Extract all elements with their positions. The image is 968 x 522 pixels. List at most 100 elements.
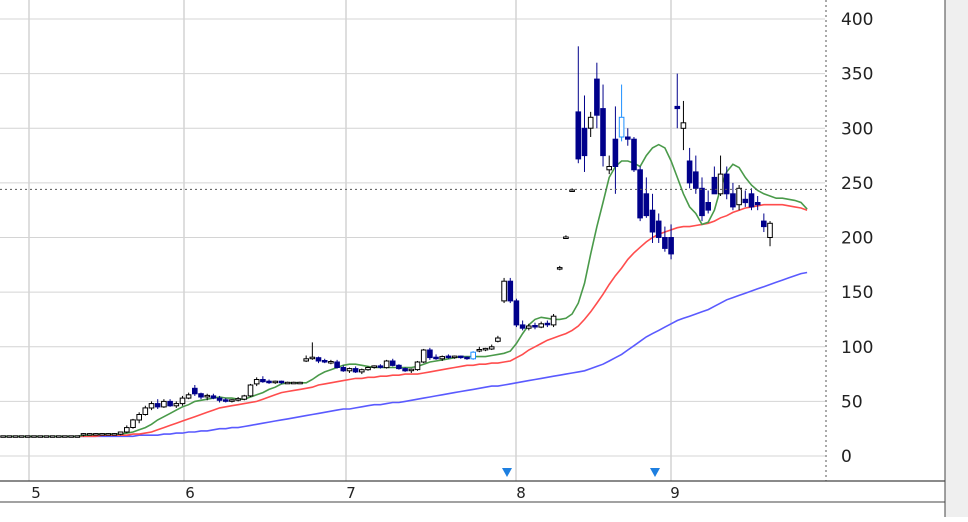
candle-body bbox=[458, 355, 464, 359]
candle-body bbox=[693, 171, 699, 189]
candle-body bbox=[192, 387, 198, 395]
candle bbox=[43, 435, 50, 438]
candle-body bbox=[99, 433, 105, 436]
stock-chart[interactable]: 244 05010015020025030035040056789 bbox=[0, 0, 968, 517]
candle-body bbox=[359, 369, 365, 373]
candle-body bbox=[229, 399, 235, 402]
candle-body bbox=[297, 381, 303, 385]
candle-body bbox=[37, 435, 44, 438]
candle bbox=[396, 364, 402, 370]
candle-body bbox=[439, 356, 445, 360]
candle bbox=[637, 166, 643, 222]
candle-body bbox=[154, 403, 161, 408]
candle-body bbox=[62, 435, 68, 438]
candle bbox=[56, 435, 62, 438]
candle-body bbox=[748, 193, 755, 208]
candle-body bbox=[662, 237, 668, 249]
candle bbox=[0, 435, 6, 438]
candle-body bbox=[6, 435, 13, 438]
candle-body bbox=[618, 116, 625, 138]
candle-body bbox=[408, 368, 415, 372]
candle-body bbox=[303, 358, 309, 362]
candle-body bbox=[352, 368, 359, 373]
x-tick-label: 5 bbox=[31, 484, 41, 502]
candle bbox=[631, 136, 637, 172]
candle-body bbox=[414, 361, 421, 371]
candle-body bbox=[482, 347, 489, 351]
candle-body bbox=[637, 169, 643, 219]
candle-body bbox=[377, 365, 384, 368]
candle-body bbox=[272, 380, 278, 384]
y-tick-label: 250 bbox=[841, 174, 873, 194]
candle-body bbox=[433, 356, 439, 360]
candlestick-chart-canvas[interactable]: 244 05010015020025030035040056789 bbox=[0, 0, 968, 517]
candle-body bbox=[686, 160, 693, 184]
candle-body bbox=[25, 435, 31, 438]
y-tick-label: 350 bbox=[841, 65, 873, 85]
candle bbox=[297, 381, 303, 385]
candle-body bbox=[723, 173, 730, 195]
candle-body bbox=[247, 384, 254, 397]
y-tick-label: 300 bbox=[841, 119, 873, 139]
candle-body bbox=[185, 394, 192, 399]
x-tick-label: 9 bbox=[670, 484, 680, 502]
candle-body bbox=[216, 397, 223, 401]
candle-body bbox=[117, 431, 124, 435]
candle-body bbox=[0, 435, 6, 438]
candle-body bbox=[606, 166, 613, 171]
candle-body bbox=[371, 365, 377, 368]
candle-body bbox=[334, 361, 340, 368]
candle bbox=[111, 433, 118, 436]
candle-body bbox=[711, 176, 718, 195]
candle-body bbox=[495, 337, 501, 342]
candle-body bbox=[260, 379, 266, 383]
candle-body bbox=[340, 367, 347, 372]
candle-body bbox=[105, 433, 112, 436]
candle-body bbox=[625, 136, 631, 140]
candle-body bbox=[18, 435, 25, 438]
candle bbox=[25, 435, 31, 438]
candle-body bbox=[730, 193, 736, 208]
candle-body bbox=[655, 220, 662, 239]
candle-body bbox=[742, 198, 749, 204]
candle-body bbox=[464, 356, 470, 360]
candle bbox=[383, 359, 390, 369]
candle-body bbox=[476, 349, 483, 352]
y-tick-label: 0 bbox=[841, 447, 852, 467]
candle-body bbox=[241, 395, 248, 400]
candle-body bbox=[631, 138, 637, 171]
candle bbox=[284, 381, 291, 385]
candle bbox=[62, 435, 68, 438]
candle bbox=[6, 435, 13, 438]
candle-body bbox=[253, 379, 260, 385]
candle bbox=[470, 351, 476, 360]
candle-body bbox=[383, 360, 390, 369]
candle-body bbox=[136, 414, 142, 421]
y-tick-label: 400 bbox=[841, 10, 873, 30]
candle-body bbox=[717, 173, 724, 195]
candle bbox=[427, 347, 433, 360]
candle-body bbox=[284, 381, 291, 385]
candle bbox=[12, 435, 19, 438]
candle bbox=[99, 433, 105, 436]
candle-body bbox=[705, 202, 712, 211]
candle bbox=[507, 277, 514, 304]
candle bbox=[31, 435, 37, 438]
y-tick-label: 150 bbox=[841, 283, 873, 303]
candle-body bbox=[550, 315, 557, 326]
candle bbox=[93, 433, 99, 436]
candle-body bbox=[402, 368, 408, 372]
candle bbox=[402, 367, 408, 372]
candle bbox=[414, 360, 421, 371]
candle-body bbox=[198, 393, 204, 398]
candle bbox=[550, 313, 557, 328]
candle-body bbox=[56, 435, 62, 438]
candle bbox=[37, 435, 44, 438]
candle-body bbox=[204, 394, 210, 398]
candle-body bbox=[315, 357, 322, 362]
candle-body bbox=[328, 361, 334, 364]
candle-body bbox=[179, 397, 186, 405]
candle-body bbox=[93, 433, 99, 436]
candle bbox=[501, 277, 507, 304]
candle-body bbox=[266, 380, 272, 384]
